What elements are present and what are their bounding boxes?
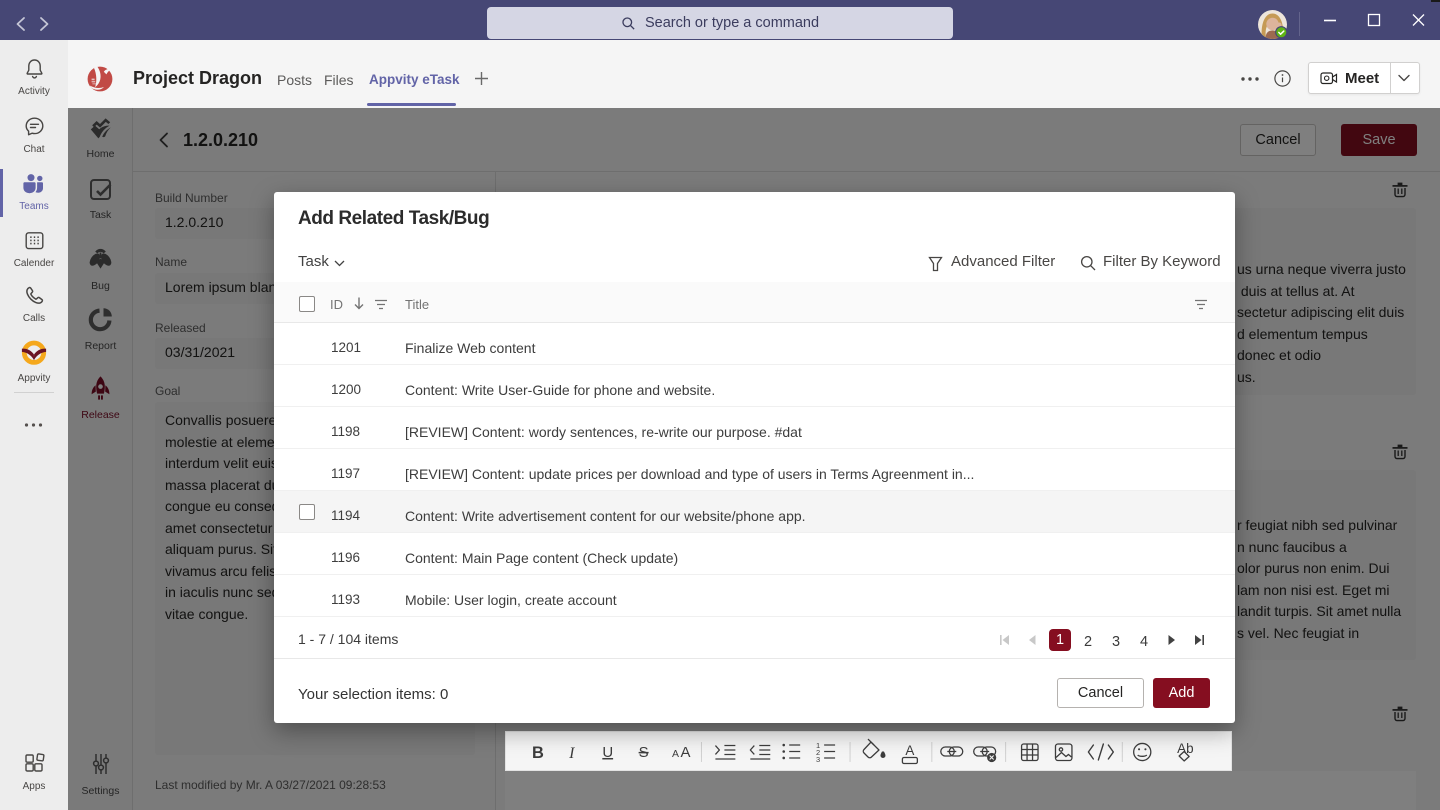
svg-text:Ab: Ab: [1177, 741, 1193, 756]
svg-text:I: I: [568, 745, 575, 762]
svg-text:S: S: [639, 744, 649, 761]
svg-text:A: A: [905, 743, 914, 758]
svg-text:A: A: [672, 749, 679, 760]
svg-text:3: 3: [816, 755, 820, 764]
svg-text:B: B: [532, 744, 544, 762]
svg-text:A: A: [681, 744, 691, 761]
svg-text:U: U: [602, 744, 613, 761]
